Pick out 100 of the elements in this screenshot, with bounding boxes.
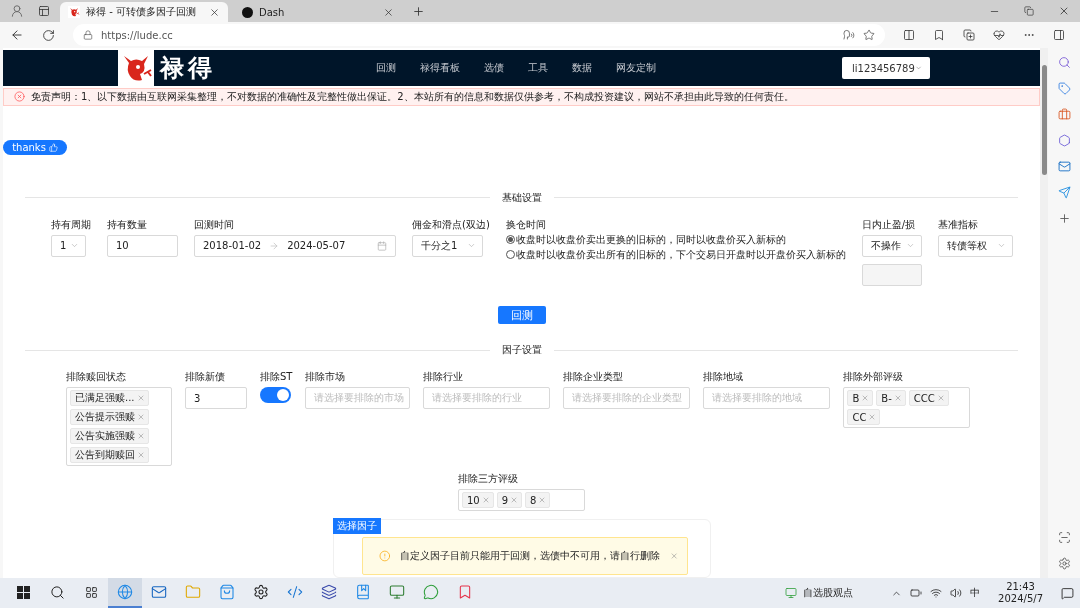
stop-select[interactable]: 不操作	[861, 234, 922, 257]
benchmark-select[interactable]: 转债等权	[937, 234, 1013, 257]
thanks-button[interactable]: thanks	[3, 139, 67, 155]
nav-link[interactable]: 数据	[572, 61, 592, 75]
nav-link[interactable]: 回测	[376, 61, 396, 75]
date-range-picker[interactable]: 2018-01-02 2024-05-07	[194, 234, 396, 257]
tag-label: 公告实施强赎	[75, 429, 135, 444]
card-badge: 选择因子	[332, 518, 381, 535]
calendar-icon	[377, 240, 387, 251]
add-icon[interactable]	[1057, 212, 1071, 225]
field-label: 佣金和滑点(双边)	[412, 217, 490, 232]
clock[interactable]: 21:43 2024/5/7	[998, 581, 1043, 605]
tag-label: 9	[501, 494, 509, 506]
read-aloud-icon[interactable]	[843, 29, 855, 41]
back-icon[interactable]	[10, 28, 24, 42]
scrollbar-thumb[interactable]	[1041, 65, 1047, 175]
app-icon[interactable]	[321, 584, 337, 600]
bull-logo-icon	[68, 6, 80, 18]
sidebar-icon[interactable]	[1053, 29, 1065, 41]
tag-label: 8	[530, 494, 537, 506]
send-icon[interactable]	[1057, 186, 1071, 199]
period-select[interactable]: 1	[51, 234, 86, 257]
number-input[interactable]: 3	[185, 387, 247, 410]
star-icon[interactable]	[863, 29, 875, 41]
close-icon[interactable]	[1058, 5, 1070, 17]
end-date: 2024-05-07	[287, 240, 347, 252]
user-dropdown[interactable]: li123456789	[842, 57, 930, 79]
close-icon[interactable]	[209, 6, 220, 18]
hexagon-icon[interactable]	[1057, 134, 1071, 147]
date-text: 2024/5/7	[998, 593, 1043, 605]
split-screen-icon[interactable]	[903, 29, 915, 41]
backtest-button[interactable]: 回测	[497, 305, 546, 325]
field-label: 排除地域	[703, 370, 745, 385]
tag-label: 公告提示强赎	[75, 410, 135, 425]
browser-tab[interactable]: 禄得 - 可转债多因子回测	[60, 2, 228, 22]
restore-icon[interactable]	[1024, 6, 1034, 16]
nav-link[interactable]: 选债	[484, 61, 504, 75]
tag-label: B	[852, 392, 860, 404]
radio-label: 收盘时以收盘价卖出更换的旧标的，同时以收盘价买入新标的	[515, 232, 786, 247]
field-label: 换仓时间	[505, 217, 547, 232]
url-text: https://lude.cc	[101, 29, 174, 41]
favorites-icon[interactable]	[933, 29, 945, 41]
profile-icon[interactable]	[10, 4, 24, 18]
tag-icon[interactable]	[1057, 82, 1071, 95]
wifi-icon[interactable]	[930, 587, 943, 599]
nav-link[interactable]: 工具	[528, 61, 548, 75]
field-label: 排除三方评级	[458, 472, 519, 487]
task-view-icon[interactable]	[84, 585, 98, 599]
section-title: 基础设置	[501, 190, 542, 205]
nav-link[interactable]: 禄得看板	[420, 61, 460, 75]
chat-icon[interactable]	[423, 584, 439, 600]
field-label: 排除企业类型	[563, 370, 625, 385]
thumbs-up-icon	[48, 142, 58, 152]
screenshot-icon[interactable]	[1057, 531, 1071, 544]
book-icon[interactable]	[355, 584, 371, 600]
search-icon[interactable]	[49, 584, 65, 600]
browser-icon[interactable]	[117, 584, 133, 600]
field-label: 持有周期	[51, 217, 91, 232]
battery-icon[interactable]	[910, 587, 923, 599]
tag-label: CCC	[913, 392, 935, 404]
collections-icon[interactable]	[963, 29, 975, 41]
new-tab-icon[interactable]	[412, 4, 425, 18]
volume-icon[interactable]	[950, 587, 963, 599]
close-icon[interactable]	[383, 6, 394, 18]
briefcase-icon[interactable]	[1057, 108, 1071, 121]
field-label: 基准指标	[937, 217, 979, 232]
mail-icon[interactable]	[151, 584, 167, 600]
bookmark-icon[interactable]	[457, 584, 473, 600]
health-icon[interactable]	[993, 29, 1005, 41]
stock-widget[interactable]: 自选股观点	[785, 586, 854, 600]
disclaimer-text: 免责声明：1、以下数据由互联网采集整理，不对数据的准确性及完整性做出保证。2、本站所有的信息和数据仅供参考，不构成投资建议，网站不承担由此导致的任何责任。	[31, 89, 794, 104]
mail-icon[interactable]	[1057, 160, 1071, 173]
count-input[interactable]: 10	[107, 234, 178, 257]
store-icon[interactable]	[219, 584, 235, 600]
tag-label: CC	[852, 411, 867, 423]
tab-actions-icon[interactable]	[38, 5, 50, 17]
notice-text: 自定义因子目前只能用于回测，选债中不可用，请自行删除	[400, 549, 661, 564]
windows-logo-icon	[16, 585, 30, 599]
reload-icon[interactable]	[42, 28, 55, 42]
browser-tab[interactable]: Dash	[234, 2, 402, 22]
code-editor-icon[interactable]	[287, 584, 303, 600]
error-icon	[14, 91, 25, 103]
field-label: 排除ST	[260, 370, 293, 385]
toggle-switch[interactable]	[260, 387, 291, 404]
tag-label: 公告到期赎回	[75, 448, 135, 463]
settings-icon[interactable]	[253, 584, 269, 600]
nav-link[interactable]: 网友定制	[616, 61, 656, 75]
start-date: 2018-01-02	[203, 240, 262, 252]
notification-icon[interactable]	[1061, 586, 1074, 600]
circle-icon	[242, 6, 253, 18]
commission-select[interactable]: 千分之1	[412, 234, 483, 257]
address-bar[interactable]: https://lude.cc	[73, 24, 885, 46]
field-label: 回测时间	[194, 217, 235, 232]
monitor-icon	[785, 587, 798, 599]
field-label: 日内止盈/损	[861, 217, 917, 232]
tab-title: 禄得 - 可转债多因子回测	[86, 5, 197, 19]
field-label: 排除行业	[423, 370, 465, 385]
warning-icon	[378, 549, 391, 564]
monitor-icon[interactable]	[389, 584, 405, 600]
input-method[interactable]: 中	[970, 586, 981, 600]
